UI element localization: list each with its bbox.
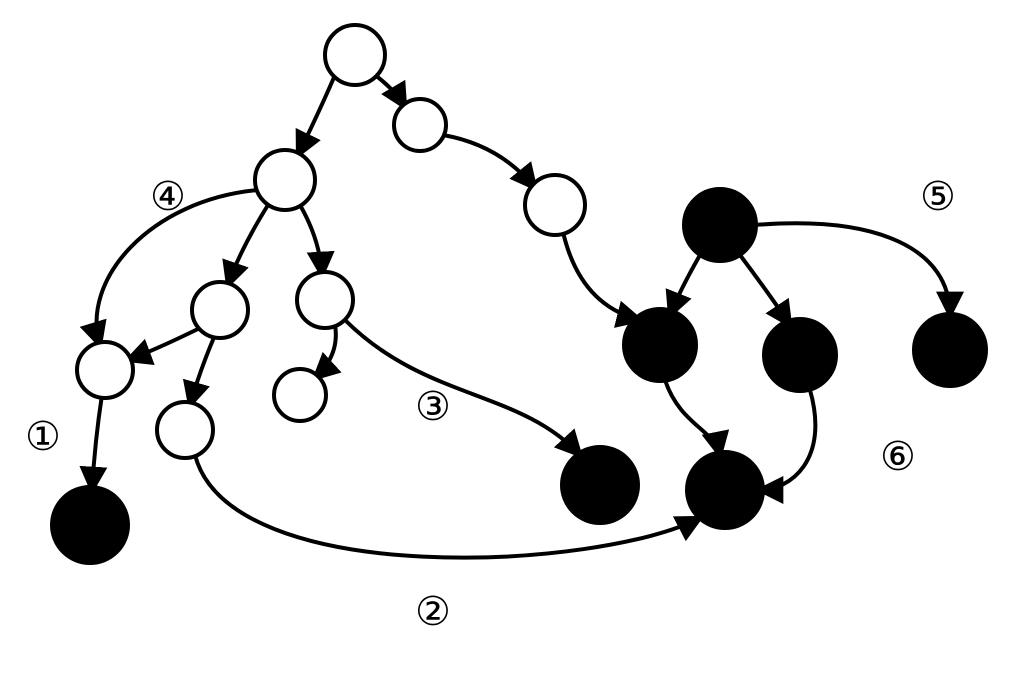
node-n12 xyxy=(157,402,213,458)
edge-n10-n14 xyxy=(760,390,815,490)
node-n10 xyxy=(764,319,836,391)
edge-n6-n8 xyxy=(315,325,336,378)
edge-n2-n5 xyxy=(228,205,268,285)
node-n5 xyxy=(192,282,248,338)
edge-n5-n12 xyxy=(190,335,215,405)
node-n8 xyxy=(274,369,326,421)
edge-n9-n14 xyxy=(665,380,720,455)
edge-n3-n9 xyxy=(563,232,640,320)
edge-n1-n3 xyxy=(443,135,535,188)
graph-diagram: ① ② ③ ④ ⑤ ⑥ xyxy=(0,0,1031,685)
node-n4 xyxy=(684,189,756,261)
node-n15 xyxy=(52,487,128,563)
node-n6 xyxy=(297,272,353,328)
edge-n7-n15 xyxy=(92,395,102,490)
node-n9 xyxy=(624,309,696,381)
node-n2 xyxy=(255,150,315,210)
edge-n2-n6 xyxy=(300,205,322,275)
edge-n4-n11 xyxy=(755,223,950,315)
edge-n0-n1 xyxy=(375,75,405,107)
edge-n5-n7 xyxy=(128,328,200,360)
edge-label-l6: ⑥ xyxy=(880,434,916,479)
node-n0 xyxy=(325,25,385,85)
edge-label-l2: ② xyxy=(415,589,451,634)
node-n11 xyxy=(914,314,986,386)
edge-label-l3: ③ xyxy=(415,384,451,429)
edge-n4-n10 xyxy=(740,255,790,325)
edge-label-l4: ④ xyxy=(150,174,186,219)
edge-n4-n9 xyxy=(670,255,700,315)
node-n1 xyxy=(394,99,446,151)
edge-label-l1: ① xyxy=(25,414,61,459)
node-n14 xyxy=(687,452,763,528)
edge-n6-n13 xyxy=(345,320,580,455)
node-n7 xyxy=(77,342,133,398)
node-n13 xyxy=(562,447,638,523)
edge-label-l5: ⑤ xyxy=(920,174,956,219)
edge-n0-n2 xyxy=(298,75,335,155)
node-n3 xyxy=(525,175,585,235)
